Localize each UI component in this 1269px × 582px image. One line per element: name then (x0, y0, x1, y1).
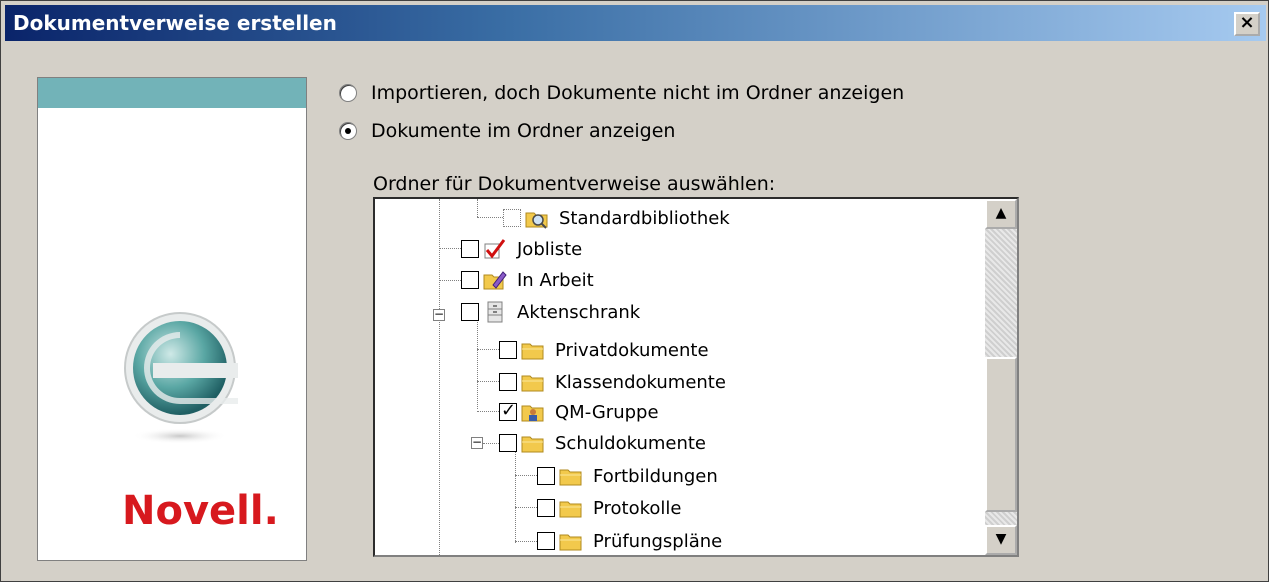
scroll-up-button[interactable]: ▲ (985, 199, 1017, 229)
tree-checkbox[interactable] (503, 209, 521, 227)
branding-panel: Novell. (37, 77, 307, 561)
tree-connector (477, 411, 499, 412)
tree-checkbox[interactable] (461, 271, 479, 289)
library-search-icon (525, 212, 548, 229)
tree-item-protokolle[interactable]: Protokolle (537, 493, 682, 523)
tree-connector (483, 443, 499, 444)
tree-item-klassendokumente[interactable]: Klassendokumente (499, 367, 726, 397)
option-show-in-folder-label: Dokumente im Ordner anzeigen (371, 120, 676, 142)
tree-item-label: Aktenschrank (517, 301, 641, 323)
group-folder-icon (521, 405, 544, 422)
tree-connector (515, 451, 516, 543)
tree-item-label: Protokolle (593, 497, 682, 519)
scroll-down-button[interactable]: ▼ (985, 525, 1017, 555)
tree-item-in-arbeit[interactable]: In Arbeit (461, 265, 594, 295)
option-show-in-folder[interactable]: Dokumente im Ordner anzeigen (339, 116, 675, 146)
filing-cabinet-icon (487, 301, 503, 323)
title-bar[interactable]: Dokumentverweise erstellen × (5, 5, 1266, 41)
close-button[interactable]: × (1234, 12, 1260, 36)
tree-item-label: Privatdokumente (555, 339, 709, 361)
tree-connector (439, 280, 461, 281)
folder-icon (521, 436, 544, 453)
folder-icon (559, 534, 582, 551)
tree-checkbox[interactable] (537, 532, 555, 550)
tree-checkbox[interactable] (537, 467, 555, 485)
tree-connector (515, 475, 537, 476)
red-checkmark-icon (484, 239, 506, 259)
tree-item-label: Prüfungspläne (593, 530, 723, 552)
tree-connector (477, 199, 478, 217)
scroll-thumb[interactable] (985, 357, 1017, 512)
tree-item-qm-gruppe[interactable]: QM-Gruppe (499, 397, 659, 427)
radio-show-in-folder[interactable] (339, 122, 357, 140)
tree-checkbox[interactable] (537, 499, 555, 517)
tree-item-label: Jobliste (517, 238, 583, 260)
tree-checkbox[interactable] (461, 303, 479, 321)
option-import-hidden[interactable]: Importieren, doch Dokumente nicht im Ord… (339, 78, 904, 108)
tree-scrollbar[interactable]: ▲ ▼ (985, 199, 1017, 555)
tree-item-label: Klassendokumente (555, 371, 726, 393)
tree-item-pruefungsplaene[interactable]: Prüfungspläne (537, 526, 723, 555)
tree-checkbox[interactable] (499, 400, 517, 421)
tree-item-fortbildungen[interactable]: Fortbildungen (537, 461, 718, 491)
tree-item-label: Fortbildungen (593, 465, 718, 487)
tree-connector (515, 541, 537, 542)
radio-import-hidden[interactable] (339, 84, 357, 102)
tree-item-aktenschrank[interactable]: Aktenschrank (461, 297, 640, 327)
novell-logo-icon (124, 312, 238, 444)
collapse-aktenschrank-icon[interactable]: − (433, 308, 445, 321)
tree-connector (477, 349, 499, 350)
option-import-hidden-label: Importieren, doch Dokumente nicht im Ord… (371, 82, 905, 104)
tree-item-label: QM-Gruppe (555, 401, 659, 423)
folder-tree[interactable]: − − Standardbibliothek Jobliste In Arbei… (373, 197, 1019, 557)
branding-band (38, 78, 306, 108)
tree-item-privatdokumente[interactable]: Privatdokumente (499, 335, 709, 365)
folder-select-label: Ordner für Dokumentverweise auswählen: (373, 173, 776, 195)
folder-icon (559, 501, 582, 518)
tree-connector (477, 381, 499, 382)
tree-item-label: Schuldokumente (555, 432, 707, 454)
tree-checkbox[interactable] (499, 373, 517, 391)
tree-connector (439, 248, 461, 249)
tree-item-schuldokumente[interactable]: Schuldokumente (499, 428, 706, 458)
tree-item-standardbibliothek[interactable]: Standardbibliothek (503, 203, 730, 233)
tree-checkbox[interactable] (461, 240, 479, 258)
tree-item-jobliste[interactable]: Jobliste (461, 234, 582, 264)
tree-connector (477, 319, 478, 409)
folder-edit-icon (483, 271, 507, 290)
tree-checkbox[interactable] (499, 341, 517, 359)
window-title: Dokumentverweise erstellen (13, 11, 337, 35)
tree-item-label: Standardbibliothek (559, 207, 730, 229)
tree-connector (515, 507, 537, 508)
novell-wordmark: Novell. (122, 488, 279, 534)
dialog-window: Dokumentverweise erstellen × Novell. Imp… (0, 0, 1269, 582)
collapse-schuldokumente-icon[interactable]: − (471, 436, 483, 449)
tree-connector (477, 217, 503, 218)
tree-checkbox[interactable] (499, 434, 517, 452)
folder-icon (559, 469, 582, 486)
folder-icon (521, 375, 544, 392)
folder-icon (521, 343, 544, 360)
tree-item-label: In Arbeit (517, 269, 594, 291)
tree-connector (439, 199, 440, 555)
